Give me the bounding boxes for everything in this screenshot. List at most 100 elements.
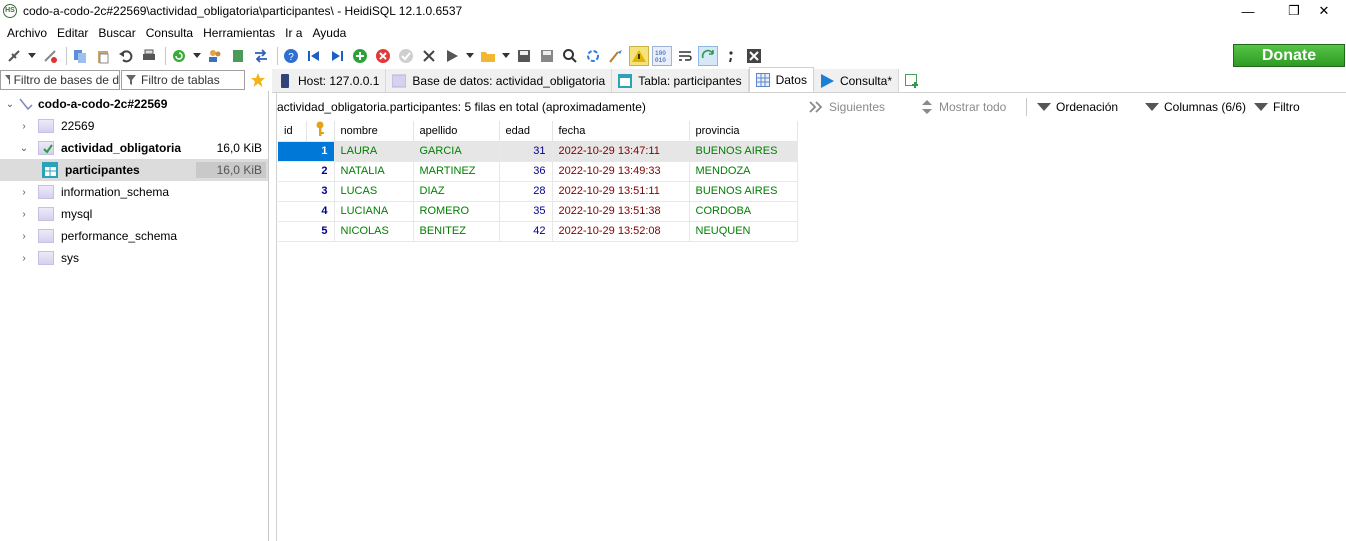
search-icon[interactable]	[560, 46, 580, 66]
run-query-icon[interactable]	[442, 46, 462, 66]
replace-icon[interactable]	[583, 46, 603, 66]
close-tab-icon[interactable]	[744, 46, 764, 66]
user-manager-icon[interactable]	[205, 46, 225, 66]
cell-edad[interactable]: 42	[499, 221, 553, 242]
cell-apellido[interactable]: MARTINEZ	[413, 161, 500, 182]
tree-item-sys[interactable]: › sys	[0, 247, 268, 269]
cell-fecha[interactable]: 2022-10-29 13:51:38	[552, 201, 690, 222]
warning-icon[interactable]	[629, 46, 649, 66]
cell-id[interactable]: 2	[278, 161, 335, 182]
donate-button[interactable]: Donate	[1233, 44, 1345, 67]
post-changes-icon[interactable]	[396, 46, 416, 66]
column-header-apellido[interactable]: apellido	[413, 121, 500, 142]
cell-nombre[interactable]: LAURA	[334, 141, 414, 162]
expand-chevron-icon[interactable]: ›	[18, 187, 30, 198]
dropdown-arrow-icon[interactable]	[192, 46, 202, 66]
next-button[interactable]: Siguientes	[809, 100, 885, 114]
cell-fecha[interactable]: 2022-10-29 13:49:33	[552, 161, 690, 182]
cell-fecha[interactable]: 2022-10-29 13:47:11	[552, 141, 690, 162]
word-wrap-icon[interactable]	[675, 46, 695, 66]
last-record-icon[interactable]	[327, 46, 347, 66]
collapse-chevron-icon[interactable]: ⌄	[18, 143, 30, 154]
connect-icon[interactable]	[4, 46, 24, 66]
open-file-icon[interactable]	[478, 46, 498, 66]
sort-button[interactable]: Ordenación	[1037, 100, 1118, 114]
disconnect-icon[interactable]	[40, 46, 60, 66]
expand-chevron-icon[interactable]: ›	[18, 253, 30, 264]
cell-apellido[interactable]: GARCIA	[413, 141, 500, 162]
new-query-tab[interactable]	[898, 69, 931, 92]
menu-ir-a[interactable]: Ir a	[280, 26, 307, 40]
cell-edad[interactable]: 35	[499, 201, 553, 222]
primary-key-header[interactable]	[306, 121, 335, 142]
cell-provincia[interactable]: NEUQUEN	[689, 221, 798, 242]
save-snippet-icon[interactable]	[537, 46, 557, 66]
cell-apellido[interactable]: DIAZ	[413, 181, 500, 202]
close-button[interactable]: ✕	[1302, 0, 1346, 22]
expand-chevron-icon[interactable]: ›	[18, 231, 30, 242]
cancel-changes-icon[interactable]	[419, 46, 439, 66]
semicolon-icon[interactable]	[721, 46, 741, 66]
format-sql-icon[interactable]	[606, 46, 626, 66]
undo-icon[interactable]	[116, 46, 136, 66]
cell-id[interactable]: 1	[278, 141, 335, 162]
expand-chevron-icon[interactable]: ›	[18, 209, 30, 220]
cell-id[interactable]: 4	[278, 201, 335, 222]
minimize-button[interactable]: —	[1226, 0, 1270, 22]
menu-buscar[interactable]: Buscar	[93, 26, 140, 40]
column-header-provincia[interactable]: provincia	[689, 121, 798, 142]
dropdown-arrow-icon[interactable]	[465, 46, 475, 66]
column-header-nombre[interactable]: nombre	[334, 121, 414, 142]
menu-consulta[interactable]: Consulta	[141, 26, 198, 40]
tab-database[interactable]: Base de datos: actividad_obligatoria	[386, 69, 613, 92]
help-icon[interactable]: ?	[281, 46, 301, 66]
print-icon[interactable]	[139, 46, 159, 66]
table-filter-input[interactable]: Filtro de tablas	[121, 70, 245, 90]
filter-button[interactable]: Filtro	[1254, 100, 1300, 114]
tab-query[interactable]: Consulta*	[813, 69, 899, 92]
favorites-star-icon[interactable]	[247, 70, 269, 90]
cell-edad[interactable]: 36	[499, 161, 553, 182]
columns-button[interactable]: Columnas (6/6)	[1145, 100, 1246, 114]
tree-item-mysql[interactable]: › mysql	[0, 203, 268, 225]
cell-apellido[interactable]: ROMERO	[413, 201, 500, 222]
tree-item-participantes[interactable]: participantes 16,0 KiB	[0, 159, 268, 181]
table-row[interactable]: 2 NATALIA MARTINEZ 36 2022-10-29 13:49:3…	[278, 161, 798, 182]
table-row[interactable]: 5 NICOLAS BENITEZ 42 2022-10-29 13:52:08…	[278, 221, 798, 242]
tree-item-information-schema[interactable]: › information_schema	[0, 181, 268, 203]
menu-editar[interactable]: Editar	[52, 26, 93, 40]
first-record-icon[interactable]	[304, 46, 324, 66]
dropdown-arrow-icon[interactable]	[501, 46, 511, 66]
tree-item-performance-schema[interactable]: › performance_schema	[0, 225, 268, 247]
cell-provincia[interactable]: BUENOS AIRES	[689, 181, 798, 202]
cell-nombre[interactable]: LUCAS	[334, 181, 414, 202]
cell-id[interactable]: 5	[278, 221, 335, 242]
table-row[interactable]: 1 LAURA GARCIA 31 2022-10-29 13:47:11 BU…	[278, 141, 798, 162]
menu-ayuda[interactable]: Ayuda	[307, 26, 351, 40]
dropdown-arrow-icon[interactable]	[27, 46, 37, 66]
table-row[interactable]: 3 LUCAS DIAZ 28 2022-10-29 13:51:11 BUEN…	[278, 181, 798, 202]
tab-table[interactable]: Tabla: participantes	[612, 69, 749, 92]
tree-item-actividad-obligatoria[interactable]: ⌄ actividad_obligatoria 16,0 KiB	[0, 137, 268, 159]
cell-nombre[interactable]: NICOLAS	[334, 221, 414, 242]
cell-edad[interactable]: 31	[499, 141, 553, 162]
cell-apellido[interactable]: BENITEZ	[413, 221, 500, 242]
menu-archivo[interactable]: Archivo	[2, 26, 52, 40]
export-sql-icon[interactable]	[228, 46, 248, 66]
column-header-edad[interactable]: edad	[499, 121, 553, 142]
column-header-id[interactable]: id	[278, 121, 307, 142]
transfer-icon[interactable]	[251, 46, 271, 66]
sync-icon[interactable]	[698, 46, 718, 66]
data-grid[interactable]: id nombre apellido edad fecha provincia …	[278, 121, 798, 242]
db-filter-input[interactable]: Filtro de bases de d	[0, 70, 120, 90]
tree-root-session[interactable]: ⌄ codo-a-codo-2c#22569	[0, 93, 268, 115]
paste-icon[interactable]	[93, 46, 113, 66]
column-header-fecha[interactable]: fecha	[552, 121, 690, 142]
table-row[interactable]: 4 LUCIANA ROMERO 35 2022-10-29 13:51:38 …	[278, 201, 798, 222]
binary-mode-icon[interactable]: 100 010	[652, 46, 672, 66]
cell-id[interactable]: 3	[278, 181, 335, 202]
show-all-button[interactable]: Mostrar todo	[921, 100, 1006, 114]
menu-herramientas[interactable]: Herramientas	[198, 26, 280, 40]
cell-provincia[interactable]: BUENOS AIRES	[689, 141, 798, 162]
cell-provincia[interactable]: MENDOZA	[689, 161, 798, 182]
